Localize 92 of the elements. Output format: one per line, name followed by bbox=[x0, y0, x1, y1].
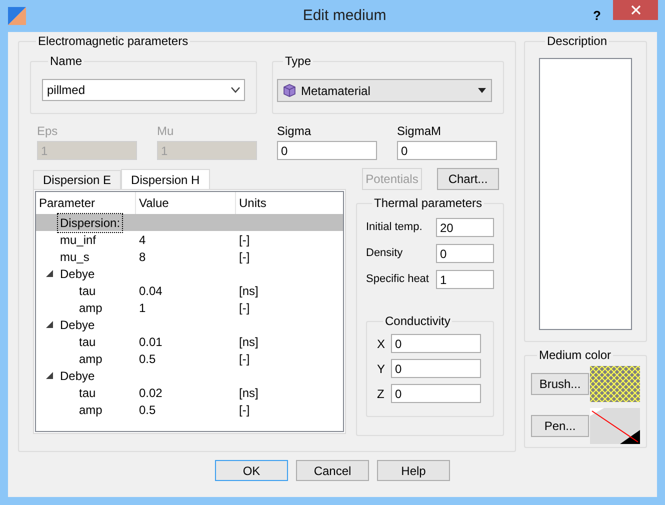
cube-icon bbox=[283, 84, 296, 97]
parameter-units: [ns] bbox=[238, 384, 258, 402]
tree-row[interactable]: Debye bbox=[36, 265, 343, 282]
parameter-name: mu_inf bbox=[59, 232, 98, 248]
push-button[interactable]: Help bbox=[377, 460, 450, 481]
tree-row[interactable]: tau 0.02 [ns] bbox=[36, 384, 343, 401]
parameter-value: 0.01 bbox=[138, 334, 164, 350]
parameter-name: Debye bbox=[59, 368, 96, 384]
expand-arrow-icon[interactable] bbox=[46, 372, 52, 379]
tree-row[interactable]: amp 1 [-] bbox=[36, 299, 343, 316]
text-field[interactable]: 0 bbox=[436, 244, 494, 263]
expand-arrow-icon[interactable] bbox=[46, 270, 52, 277]
tree-row[interactable]: tau 0.01 [ns] bbox=[36, 333, 343, 350]
parameter-value: 0.04 bbox=[138, 282, 164, 300]
field-label: Y bbox=[377, 360, 385, 378]
tree-row[interactable]: tau 0.04 [ns] bbox=[36, 282, 343, 299]
group-title: Conductivity bbox=[384, 314, 452, 328]
field-label: Eps bbox=[37, 123, 59, 140]
parameter-name: mu_s bbox=[59, 248, 90, 266]
close-button[interactable] bbox=[613, 0, 658, 20]
text-field[interactable]: 0 bbox=[397, 141, 497, 160]
text-field[interactable]: 0 bbox=[391, 384, 481, 403]
parameter-name: Debye bbox=[59, 266, 96, 282]
tree-row[interactable]: Debye bbox=[36, 316, 343, 333]
parameter-units: [-] bbox=[238, 350, 250, 368]
description-field[interactable] bbox=[539, 58, 632, 330]
push-button[interactable]: Brush... bbox=[531, 373, 589, 395]
parameter-units: [ns] bbox=[238, 282, 258, 300]
field-label: Mu bbox=[157, 123, 175, 140]
push-button[interactable]: Cancel bbox=[296, 460, 369, 481]
push-button[interactable]: Pen... bbox=[531, 415, 589, 437]
dropdown-arrow-icon bbox=[478, 88, 486, 93]
type-combo[interactable]: Metamaterial bbox=[277, 79, 492, 102]
parameter-name: amp bbox=[78, 300, 104, 316]
parameter-value: 0.5 bbox=[138, 402, 157, 418]
field-label: X bbox=[377, 336, 385, 352]
tree-row[interactable]: mu_s 8 [-] bbox=[36, 248, 343, 265]
parameter-value: 8 bbox=[138, 248, 147, 266]
expand-arrow-icon[interactable] bbox=[46, 321, 52, 328]
pen-swatch bbox=[590, 408, 640, 444]
parameter-value: 1 bbox=[138, 300, 147, 316]
parameter-value: 0.02 bbox=[138, 384, 164, 402]
close-icon bbox=[630, 5, 640, 15]
app-logo-icon bbox=[8, 7, 26, 25]
group-title: Medium color bbox=[538, 348, 612, 362]
field-label: Sigma bbox=[277, 123, 312, 140]
field-label: Z bbox=[377, 386, 385, 402]
field-label: SigmaM bbox=[397, 123, 442, 140]
text-field[interactable]: 0 bbox=[391, 334, 481, 353]
parameter-units: [-] bbox=[238, 232, 250, 248]
combo-value: pillmed bbox=[47, 82, 86, 99]
field-label: Density bbox=[366, 246, 403, 262]
group-title: Name bbox=[49, 54, 84, 68]
parameter-units: [-] bbox=[238, 248, 250, 266]
parameter-name: tau bbox=[78, 384, 97, 402]
parameter-name: Dispersion: bbox=[58, 214, 122, 232]
column-header[interactable]: Units bbox=[236, 192, 343, 214]
window-title: Edit medium bbox=[302, 6, 386, 26]
parameter-name: tau bbox=[78, 334, 97, 350]
group-title: Electromagnetic parameters bbox=[37, 34, 190, 48]
tree-row[interactable]: amp 0.5 [-] bbox=[36, 350, 343, 367]
tree-row[interactable]: Dispersion: bbox=[36, 214, 343, 231]
tab[interactable]: Dispersion E bbox=[33, 170, 122, 189]
name-combo[interactable]: pillmed bbox=[42, 79, 245, 101]
parameter-name: Debye bbox=[59, 316, 96, 334]
push-button[interactable]: Chart... bbox=[437, 168, 499, 190]
group-title: Type bbox=[284, 54, 312, 68]
tab[interactable]: Dispersion H bbox=[121, 169, 210, 190]
brush-swatch bbox=[590, 366, 640, 402]
parameter-name: amp bbox=[78, 350, 104, 368]
group-title: Description bbox=[546, 34, 608, 48]
parameter-units: [-] bbox=[238, 300, 250, 316]
push-button[interactable]: OK bbox=[215, 460, 288, 481]
tree-row[interactable]: mu_inf 4 [-] bbox=[36, 231, 343, 248]
parameter-units: [-] bbox=[238, 402, 250, 418]
parameter-value: 0.5 bbox=[138, 350, 157, 368]
parameter-name: amp bbox=[78, 402, 104, 418]
tree-row[interactable]: amp 0.5 [-] bbox=[36, 401, 343, 418]
group-title: Thermal parameters bbox=[373, 196, 484, 210]
parameter-value: 4 bbox=[138, 232, 147, 248]
text-field[interactable]: 0 bbox=[391, 359, 481, 378]
help-button[interactable]: ? bbox=[593, 6, 601, 26]
tree-row[interactable]: Debye bbox=[36, 367, 343, 384]
text-field[interactable]: 1 bbox=[436, 270, 494, 289]
text-field[interactable]: 0 bbox=[277, 141, 377, 160]
field-label: Initial temp. bbox=[366, 220, 422, 236]
field-label: Specific heat bbox=[366, 272, 429, 288]
chevron-down-icon bbox=[231, 87, 240, 93]
combo-value: Metamaterial bbox=[301, 82, 370, 100]
text-field[interactable]: 20 bbox=[436, 218, 494, 237]
parameter-name: tau bbox=[78, 282, 97, 300]
parameter-units: [ns] bbox=[238, 334, 258, 350]
